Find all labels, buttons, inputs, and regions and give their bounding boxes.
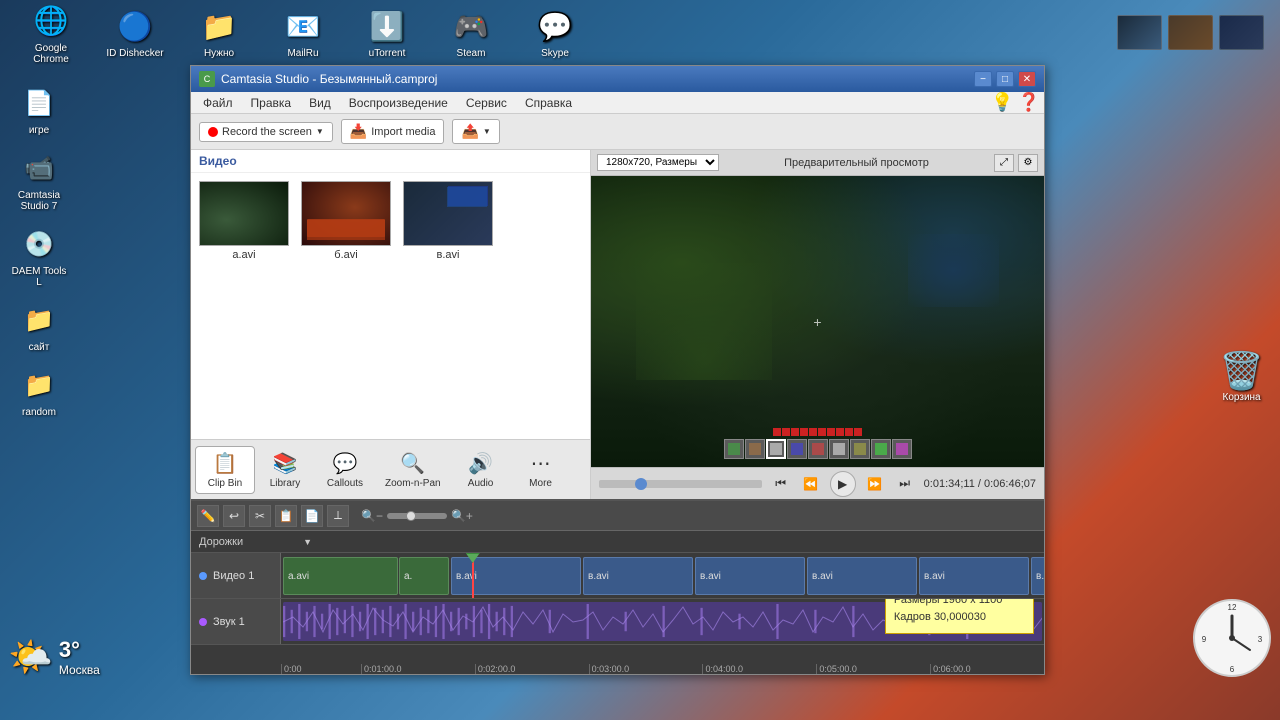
- clip-v-6[interactable]: в.a: [1031, 557, 1044, 595]
- video-track-label: Видео 1: [191, 553, 281, 598]
- weather-widget: 🌤️ 3° Москва: [8, 636, 100, 678]
- clip-v-4[interactable]: в.avi: [807, 557, 917, 595]
- timeline-cut[interactable]: ✂: [249, 505, 271, 527]
- media-item-a[interactable]: a.avi: [199, 181, 289, 431]
- tracks-header: Дорожки ▼ 0:00 0:01:00.0 0:02:00.0 0:03:…: [191, 531, 1044, 553]
- video-track-content[interactable]: a.avi a. в.avi в.avi в.avi в.avi в.avi в…: [281, 553, 1044, 598]
- ruler-mark-2: 0:02:00.0: [475, 664, 589, 674]
- menu-file[interactable]: Файл: [195, 94, 241, 112]
- app-icon: C: [199, 71, 215, 87]
- track-dot: [199, 572, 207, 580]
- desktop-icon-igre[interactable]: 📄 игре: [4, 79, 74, 140]
- timeline-tool-1[interactable]: ✏️: [197, 505, 219, 527]
- clip-v-1[interactable]: в.avi: [451, 557, 581, 595]
- clip-a-avi[interactable]: a.avi: [283, 557, 398, 595]
- clip-v-3[interactable]: в.avi: [695, 557, 805, 595]
- timeline-area: ✏️ ↩ ✂ 📋 📄 ⟂ 🔍− 🔍+ Дорожк: [191, 499, 1044, 674]
- tracks-label: Дорожки: [199, 536, 243, 548]
- desktop-icon-site[interactable]: 📁 сайт: [4, 296, 74, 357]
- clip-v-5[interactable]: в.avi: [919, 557, 1029, 595]
- svg-text:3: 3: [1258, 635, 1263, 644]
- top-taskbar: 🌐 Google Chrome 🔵 ID Dishecker 📁 Нужно 📧…: [0, 0, 1280, 65]
- desktop-icon-chrome[interactable]: 🌐 Google Chrome: [16, 0, 86, 69]
- clip-bin-icon: 📋: [213, 451, 238, 476]
- audio-track-1: Звук 1: [191, 599, 1044, 645]
- clock-widget: 12 3 6 9: [1192, 598, 1272, 678]
- desktop-icon-steam[interactable]: 🎮 Steam: [436, 2, 506, 63]
- ruler-mark-0: 0:00: [281, 664, 361, 674]
- desktop-icon-daem[interactable]: 💿 DAEM Tools L: [4, 220, 74, 292]
- svg-text:12: 12: [1228, 603, 1237, 612]
- ruler-mark-6: 0:06:00.0: [930, 664, 1044, 674]
- record-dot: [208, 127, 218, 137]
- desktop-icon-mailru[interactable]: 📧 MailRu: [268, 2, 338, 63]
- ruler-mark-4: 0:04:00.0: [702, 664, 816, 674]
- desktop: 🌐 Google Chrome 🔵 ID Dishecker 📁 Нужно 📧…: [0, 0, 1280, 720]
- weather-icon: 🌤️: [8, 636, 53, 678]
- svg-text:9: 9: [1202, 635, 1207, 644]
- camtasia-window: C Camtasia Studio - Безымянный.camproj −…: [190, 65, 1045, 675]
- desktop-icon-utorrent[interactable]: ⬇️ uTorrent: [352, 2, 422, 63]
- timeline-tool-2[interactable]: ↩: [223, 505, 245, 527]
- desktop-icon-random[interactable]: 📁 random: [4, 361, 74, 422]
- ruler-mark-1: 0:01:00.0: [361, 664, 475, 674]
- clip-a-small[interactable]: a.: [399, 557, 449, 595]
- desktop-icon-nujno[interactable]: 📁 Нужно: [184, 2, 254, 63]
- timeline-cursor: [472, 553, 474, 598]
- ruler-mark-3: 0:03:00.0: [589, 664, 703, 674]
- audio-track-label: Звук 1: [191, 599, 281, 644]
- desktop-icon-dishecker[interactable]: 🔵 ID Dishecker: [100, 2, 170, 63]
- weather-temp: 3°: [59, 637, 100, 663]
- audio-waveform: [283, 602, 1042, 641]
- video-track-1: Видео 1 a.avi a. в.avi в.avi: [191, 553, 1044, 599]
- desktop-icon-camtasia[interactable]: 📹 Camtasia Studio 7: [4, 144, 74, 216]
- weather-city: Москва: [59, 663, 100, 677]
- svg-text:6: 6: [1230, 665, 1235, 674]
- clip-v-2[interactable]: в.avi: [583, 557, 693, 595]
- left-icons: 📄 игре 📹 Camtasia Studio 7 💿 DAEM Tools …: [0, 65, 85, 426]
- audio-track-dot: [199, 618, 207, 626]
- tab-clip-bin[interactable]: 📋 Clip Bin: [195, 446, 255, 494]
- desktop-icon-skype[interactable]: 💬 Skype: [520, 2, 590, 63]
- audio-track-content[interactable]: в.avi Из 0:01:34;11 в 0:06:46;07 Длина 0…: [281, 599, 1044, 644]
- ruler-mark-5: 0:05:00.0: [816, 664, 930, 674]
- media-label-a: a.avi: [232, 249, 255, 261]
- trash-icon[interactable]: 🗑️ Корзина: [1219, 350, 1264, 403]
- media-thumb-a: [199, 181, 289, 246]
